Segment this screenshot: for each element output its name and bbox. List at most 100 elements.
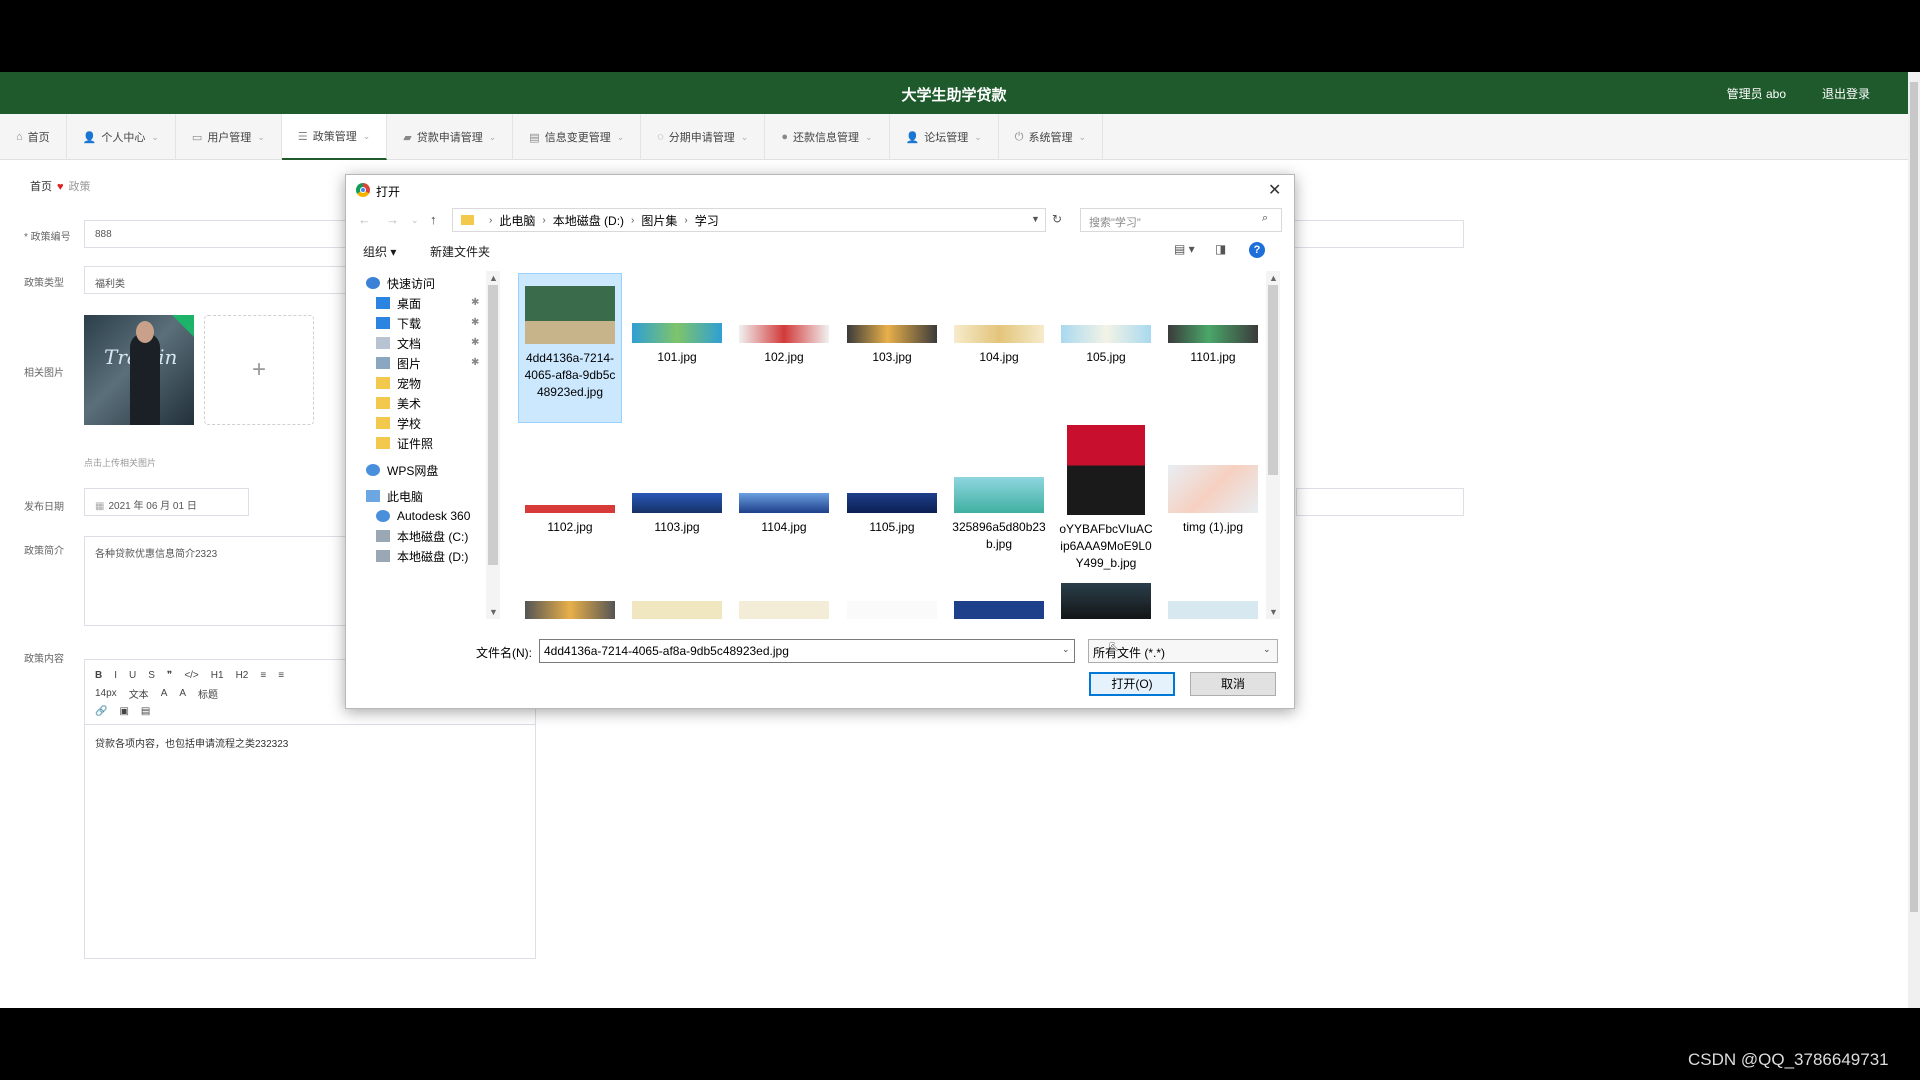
- format-button[interactable]: ❞: [167, 670, 172, 681]
- scroll-up-icon[interactable]: ▲: [1269, 273, 1278, 283]
- nav-tree-item[interactable]: 宠物: [376, 373, 421, 393]
- nav-item[interactable]: 👤 个人中心 ⌄: [67, 114, 176, 160]
- file-type-dropdown-icon[interactable]: ⌄: [1263, 644, 1271, 655]
- cancel-button[interactable]: 取消: [1190, 672, 1276, 696]
- file-item[interactable]: oYYBAFbcVIuACip6AAA9MoE9L0Y499_b.jpg: [1054, 425, 1158, 575]
- file-list-scrollbar[interactable]: ▲ ▼: [1266, 271, 1280, 619]
- file-item[interactable]: 325896a5d80b23b.jpg: [947, 425, 1051, 575]
- format-button[interactable]: ≡: [260, 670, 266, 681]
- file-item[interactable]: timg (1).jpg: [1161, 425, 1265, 575]
- format-button[interactable]: H1: [211, 670, 224, 681]
- nav-item[interactable]: 👤 论坛管理 ⌄: [890, 114, 999, 160]
- organize-menu[interactable]: 组织 ▾: [363, 243, 396, 260]
- breadcrumb-home[interactable]: 首页: [30, 181, 52, 193]
- nav-tree-item[interactable]: 下载: [376, 313, 421, 333]
- format-control[interactable]: A: [161, 688, 168, 699]
- format-control[interactable]: 文本: [129, 686, 149, 701]
- navigation-scrollbar[interactable]: ▲ ▼: [486, 271, 500, 619]
- editor-content[interactable]: 贷款各项内容，也包括申请流程之类232323: [85, 725, 535, 760]
- preview-pane-icon[interactable]: ◨: [1215, 242, 1226, 256]
- new-folder-button[interactable]: 新建文件夹: [430, 243, 490, 260]
- nav-tree-item[interactable]: 本地磁盘 (D:): [376, 546, 468, 566]
- file-item[interactable]: 105.jpg: [1054, 273, 1158, 423]
- format-button[interactable]: </>: [184, 670, 198, 681]
- file-list-scrollbar-thumb[interactable]: [1268, 285, 1278, 475]
- format-control[interactable]: 标题: [198, 686, 218, 701]
- scroll-up-icon[interactable]: ▲: [489, 273, 498, 283]
- file-thumbnail[interactable]: [525, 601, 615, 619]
- nav-item[interactable]: ▤ 信息变更管理 ⌄: [513, 114, 642, 160]
- file-item[interactable]: 103.jpg: [840, 273, 944, 423]
- view-mode-icon[interactable]: ▤ ▾: [1174, 242, 1195, 256]
- file-thumbnail[interactable]: [739, 601, 829, 619]
- date-input[interactable]: ▦ 2021 年 06 月 01 日: [84, 488, 249, 516]
- refresh-icon[interactable]: ↻: [1052, 212, 1062, 226]
- pin-icon[interactable]: ✱: [471, 337, 479, 348]
- recent-chevron-icon[interactable]: ⌄: [411, 215, 419, 226]
- nav-item[interactable]: ◌ 分期申请管理 ⌄: [641, 114, 766, 160]
- nav-tree-item[interactable]: 学校: [376, 413, 421, 433]
- format-button[interactable]: ≡: [278, 670, 284, 681]
- logout-link[interactable]: 退出登录: [1822, 85, 1870, 102]
- uploaded-image-thumbnail[interactable]: Trainin: [84, 315, 194, 425]
- search-input[interactable]: 搜索"学习": [1080, 208, 1282, 232]
- page-scrollbar[interactable]: [1908, 72, 1920, 1008]
- format-button[interactable]: B: [95, 670, 102, 681]
- open-button[interactable]: 打开(O): [1089, 672, 1175, 696]
- scroll-down-icon[interactable]: ▼: [489, 607, 498, 617]
- nav-tree-item[interactable]: 快速访问: [366, 273, 435, 293]
- nav-item[interactable]: ▰ 贷款申请管理 ⌄: [387, 114, 514, 160]
- file-item[interactable]: 101.jpg: [625, 273, 729, 423]
- file-thumbnail[interactable]: [954, 601, 1044, 619]
- help-icon[interactable]: ?: [1249, 242, 1265, 258]
- filename-input[interactable]: 4dd4136a-7214-4065-af8a-9db5c48923ed.jpg: [539, 639, 1075, 663]
- navigation-scrollbar-thumb[interactable]: [488, 285, 498, 565]
- pin-icon[interactable]: ✱: [471, 317, 479, 328]
- nav-tree-item[interactable]: Autodesk 360: [376, 506, 470, 526]
- file-item[interactable]: 1105.jpg: [840, 425, 944, 575]
- path-segment-drive-d[interactable]: 本地磁盘 (D:): [553, 212, 624, 229]
- nav-tree-item[interactable]: 本地磁盘 (C:): [376, 526, 468, 546]
- file-item[interactable]: 4dd4136a-7214-4065-af8a-9db5c48923ed.jpg: [518, 273, 622, 423]
- nav-item[interactable]: ☰ 政策管理 ⌄: [281, 114, 388, 160]
- format-button[interactable]: H2: [236, 670, 249, 681]
- format-button[interactable]: S: [148, 670, 155, 681]
- nav-item[interactable]: ⏻ 系统管理 ⌄: [999, 114, 1104, 160]
- file-item[interactable]: 104.jpg: [947, 273, 1051, 423]
- format-button[interactable]: I: [114, 670, 117, 681]
- pin-icon[interactable]: ✱: [471, 357, 479, 368]
- nav-item[interactable]: ● 还款信息管理 ⌄: [765, 114, 890, 160]
- nav-tree-item[interactable]: 桌面: [376, 293, 421, 313]
- nav-tree-item[interactable]: 文档: [376, 333, 421, 353]
- address-bar[interactable]: › 此电脑 › 本地磁盘 (D:) › 图片集 › 学习: [452, 208, 1046, 232]
- file-thumbnail[interactable]: [632, 601, 722, 619]
- policy-type-select[interactable]: 福利类: [84, 266, 354, 294]
- video-icon[interactable]: ▤: [141, 706, 150, 717]
- file-thumbnail[interactable]: [1061, 583, 1151, 619]
- pin-icon[interactable]: ✱: [471, 297, 479, 308]
- nav-tree-item[interactable]: 证件照: [376, 433, 433, 453]
- nav-tree-item[interactable]: 美术: [376, 393, 421, 413]
- file-item[interactable]: 1103.jpg: [625, 425, 729, 575]
- filename-dropdown-icon[interactable]: ⌄: [1062, 644, 1070, 655]
- format-control[interactable]: 14px: [95, 688, 117, 699]
- file-item[interactable]: 1102.jpg: [518, 425, 622, 575]
- format-button[interactable]: U: [129, 670, 136, 681]
- link-icon[interactable]: 🔗: [95, 706, 107, 717]
- image-icon[interactable]: ▣: [119, 706, 128, 717]
- address-dropdown-icon[interactable]: ▼: [1031, 214, 1040, 224]
- intro-textarea[interactable]: 各种贷款优惠信息简介2323: [84, 536, 354, 626]
- back-arrow-icon[interactable]: ←: [358, 212, 371, 227]
- nav-item[interactable]: ▭ 用户管理 ⌄: [176, 114, 282, 160]
- file-thumbnail[interactable]: [847, 601, 937, 619]
- nav-tree-item[interactable]: 图片: [376, 353, 421, 373]
- path-segment-pictures[interactable]: 图片集: [641, 212, 677, 229]
- format-control[interactable]: A: [179, 688, 186, 699]
- forward-arrow-icon[interactable]: →: [386, 212, 399, 227]
- file-item[interactable]: 1104.jpg: [732, 425, 836, 575]
- nav-tree-item[interactable]: 此电脑: [366, 486, 423, 506]
- file-item[interactable]: 1101.jpg: [1161, 273, 1265, 423]
- nav-item[interactable]: ⌂ 首页: [0, 114, 67, 160]
- upload-image-button[interactable]: +: [204, 315, 314, 425]
- page-scrollbar-thumb[interactable]: [1910, 82, 1918, 912]
